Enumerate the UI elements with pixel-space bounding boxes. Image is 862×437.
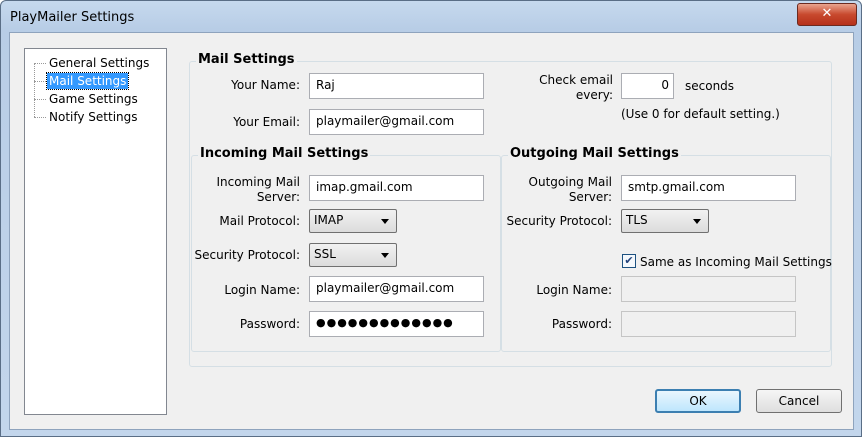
dialog-body: General Settings Mail Settings Game Sett… — [9, 32, 854, 430]
tree-item-notify-settings[interactable]: Notify Settings — [47, 109, 140, 125]
cancel-button[interactable]: Cancel — [756, 389, 842, 413]
check-email-label: Check email every: — [539, 73, 613, 102]
tree-connector — [34, 63, 46, 64]
same-as-incoming-checkbox[interactable]: ✔ — [622, 254, 636, 268]
incoming-login-field[interactable]: playmailer@gmail.com — [309, 276, 484, 302]
outgoing-login-label: Login Name: — [536, 283, 612, 297]
incoming-password-label: Password: — [239, 317, 300, 331]
checkmark-icon: ✔ — [624, 254, 634, 267]
incoming-security-value: SSL — [314, 247, 336, 261]
incoming-login-label: Login Name: — [224, 283, 300, 297]
tree-connector — [34, 81, 46, 82]
outgoing-password-label: Password: — [551, 317, 612, 331]
check-hint-label: (Use 0 for default setting.) — [621, 107, 780, 121]
settings-tree[interactable]: General Settings Mail Settings Game Sett… — [24, 48, 167, 415]
outgoing-server-field[interactable]: smtp.gmail.com — [621, 175, 796, 201]
window-title: PlayMailer Settings — [10, 10, 135, 25]
mail-protocol-select[interactable]: IMAP — [309, 209, 397, 233]
outgoing-login-field[interactable] — [621, 276, 796, 302]
tree-item-general-settings[interactable]: General Settings — [47, 55, 151, 71]
mail-settings-legend: Mail Settings — [196, 52, 297, 67]
mail-protocol-value: IMAP — [314, 213, 344, 227]
your-name-label: Your Name: — [231, 78, 300, 92]
incoming-server-field[interactable]: imap.gmail.com — [309, 175, 484, 201]
settings-window: PlayMailer Settings ✕ General Settings M… — [0, 0, 862, 437]
incoming-legend: Incoming Mail Settings — [198, 146, 371, 161]
outgoing-legend: Outgoing Mail Settings — [508, 146, 681, 161]
tree-item-mail-settings[interactable]: Mail Settings — [45, 72, 130, 90]
your-email-label: Your Email: — [233, 115, 300, 129]
tree-connector — [34, 63, 35, 117]
incoming-security-label: Security Protocol: — [194, 248, 301, 262]
incoming-password-field[interactable]: ●●●●●●●●●●●●● — [309, 311, 484, 337]
chevron-down-icon — [381, 253, 389, 258]
chevron-down-icon — [693, 219, 701, 224]
outgoing-password-field[interactable] — [621, 311, 796, 337]
incoming-security-select[interactable]: SSL — [309, 243, 397, 267]
outgoing-security-select[interactable]: TLS — [621, 209, 709, 233]
chevron-down-icon — [381, 219, 389, 224]
outgoing-security-value: TLS — [626, 213, 648, 227]
tree-connector — [34, 99, 46, 100]
check-interval-field[interactable]: 0 — [621, 73, 674, 99]
seconds-label: seconds — [685, 79, 735, 93]
ok-button[interactable]: OK — [655, 389, 741, 413]
tree-connector — [34, 117, 46, 118]
mail-protocol-label: Mail Protocol: — [219, 214, 300, 228]
outgoing-server-label: Outgoing Mail Server: — [528, 175, 612, 204]
same-as-incoming-label[interactable]: Same as Incoming Mail Settings — [640, 255, 832, 269]
outgoing-security-label: Security Protocol: — [506, 214, 613, 228]
tree-item-game-settings[interactable]: Game Settings — [47, 91, 140, 107]
close-button[interactable]: ✕ — [797, 3, 857, 26]
your-name-field[interactable]: Raj — [309, 73, 484, 99]
incoming-server-label: Incoming Mail Server: — [216, 175, 300, 204]
your-email-field[interactable]: playmailer@gmail.com — [309, 109, 484, 135]
